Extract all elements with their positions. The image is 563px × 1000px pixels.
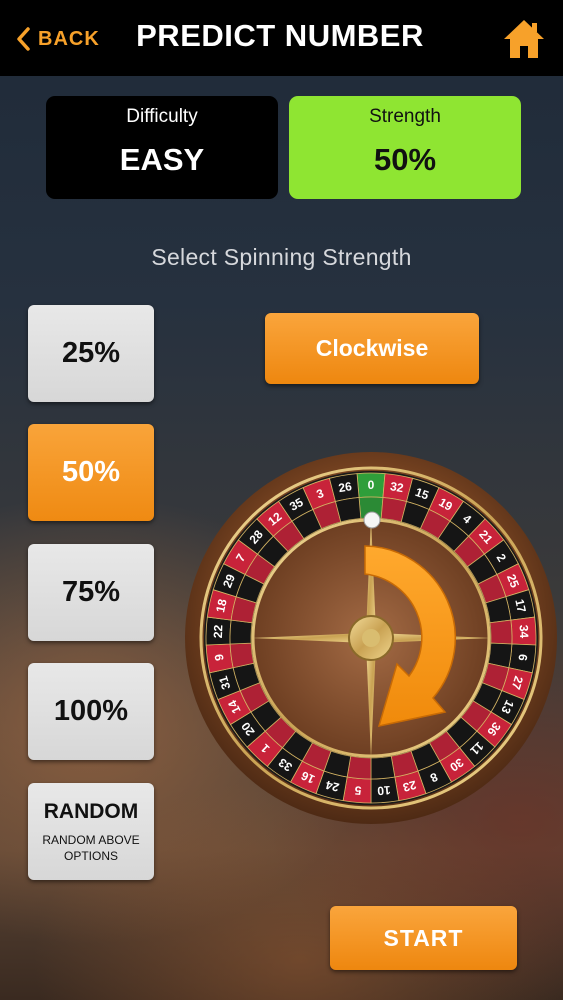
wheel-pocket (229, 619, 253, 645)
strength-option-100[interactable]: 100% (28, 663, 154, 760)
clockwise-button[interactable]: Clockwise (265, 313, 479, 384)
option-label: 100% (53, 695, 129, 727)
option-sublabel: RANDOM ABOVE OPTIONS (42, 832, 140, 863)
wheel-number-label: 34 (517, 625, 532, 639)
top-bar: BACK PREDICT NUMBER (0, 0, 563, 76)
wheel-pocket (489, 619, 513, 645)
chevron-left-icon (17, 27, 30, 51)
back-label: BACK (38, 27, 100, 50)
strength-option-random[interactable]: RANDOM RANDOM ABOVE OPTIONS (28, 783, 154, 880)
home-icon[interactable] (502, 18, 546, 60)
option-label: 50% (61, 456, 121, 488)
difficulty-panel: Difficulty EASY (46, 96, 278, 199)
option-label: RANDOM (43, 799, 139, 823)
wheel-number-label: 32 (389, 479, 405, 495)
wheel-number-label: 10 (376, 783, 391, 798)
wheel-pocket (346, 755, 372, 780)
strength-option-75[interactable]: 75% (28, 544, 154, 641)
strength-option-25[interactable]: 25% (28, 305, 154, 402)
strength-option-50[interactable]: 50% (28, 424, 154, 521)
wheel-pocket (229, 642, 255, 669)
option-label: 25% (61, 337, 121, 369)
roulette-wheel: 0 32 1519421225173462713361130823105241633… (185, 452, 557, 824)
page-title: PREDICT NUMBER (136, 18, 424, 53)
wheel-number-label: 26 (337, 479, 353, 495)
start-button[interactable]: START (330, 906, 517, 970)
roulette-ball (363, 511, 381, 529)
wheel-number-label: 22 (211, 624, 226, 638)
strength-panel: Strength 50% (289, 96, 521, 199)
wheel-pocket (370, 755, 396, 780)
wheel-number-label: 0 (368, 478, 375, 492)
strength-value: 50% (373, 142, 437, 177)
difficulty-label: Difficulty (126, 106, 198, 127)
select-strength-prompt: Select Spinning Strength (151, 244, 412, 270)
strength-label: Strength (369, 106, 441, 127)
back-button[interactable]: BACK (14, 22, 100, 56)
difficulty-value: EASY (119, 142, 205, 177)
option-label: 75% (61, 576, 121, 608)
